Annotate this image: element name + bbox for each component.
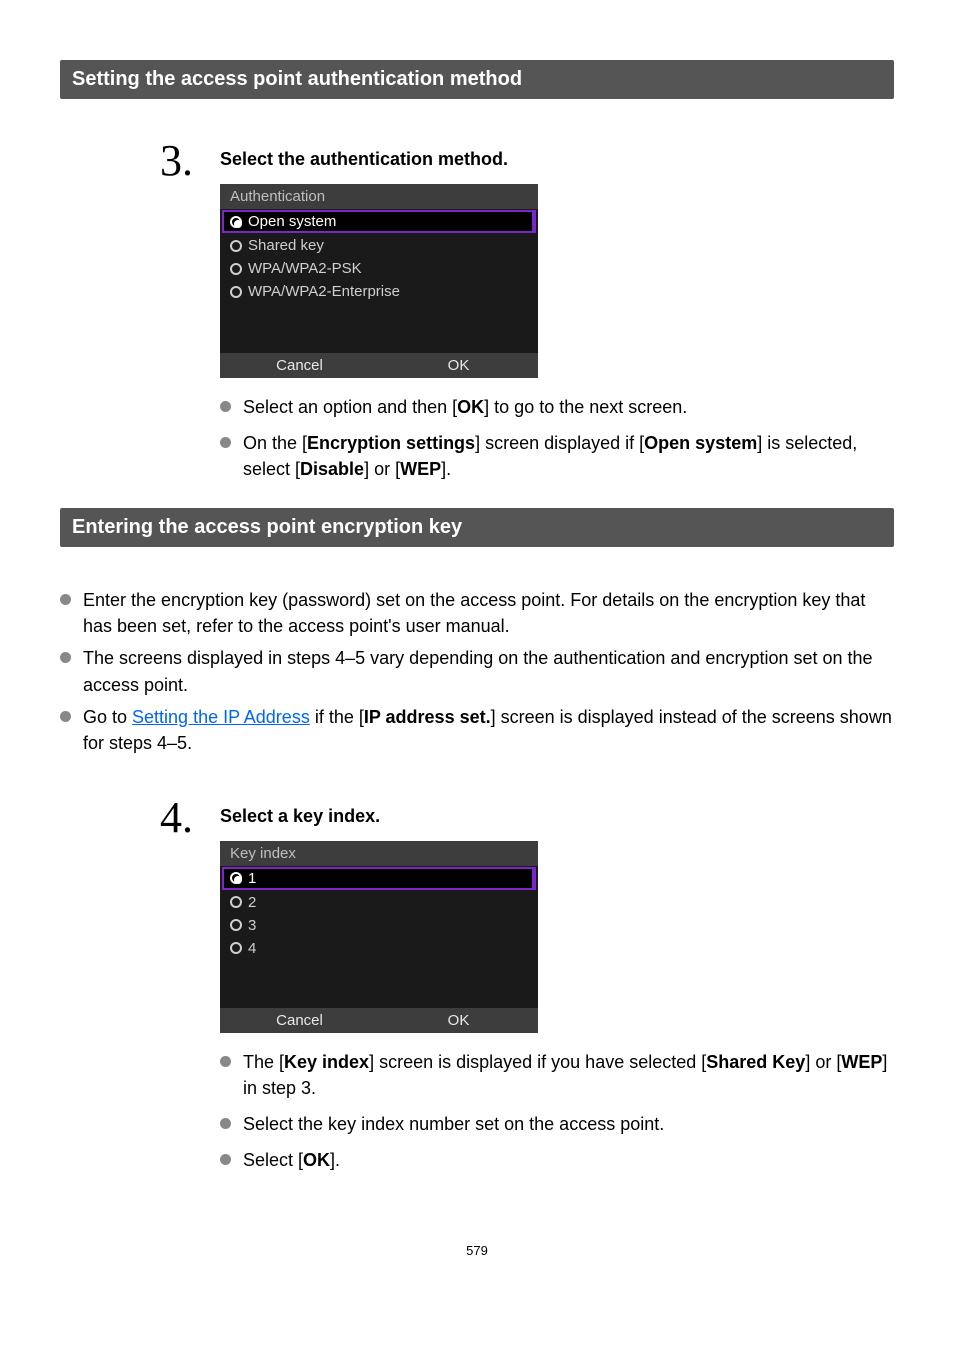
bullet-icon: [60, 594, 71, 605]
radio-empty-icon: [230, 896, 242, 908]
section-banner-encryption: Entering the access point encryption key: [60, 508, 894, 547]
step-4: 4. Select a key index. Key index 1 2 3 4: [160, 796, 894, 1183]
option-shared-key[interactable]: Shared key: [220, 234, 538, 257]
step-number: 4.: [160, 796, 200, 840]
t: ] screen displayed if [: [475, 433, 644, 453]
intro-item: The screens displayed in steps 4–5 vary …: [60, 645, 894, 697]
t: OK: [457, 397, 484, 417]
intro-item: Enter the encryption key (password) set …: [60, 587, 894, 639]
option-label: 3: [248, 917, 256, 934]
note-item: Select the key index number set on the a…: [220, 1111, 894, 1137]
option-key-3[interactable]: 3: [220, 914, 538, 937]
t: Go to: [83, 707, 132, 727]
intro-text: Enter the encryption key (password) set …: [83, 587, 894, 639]
option-label: Open system: [248, 213, 336, 230]
step4-notes: The [Key index] screen is displayed if y…: [220, 1049, 894, 1173]
key-index-screen: Key index 1 2 3 4 Cancel OK: [220, 841, 538, 1033]
step-body: Select a key index. Key index 1 2 3 4 Ca…: [220, 796, 894, 1183]
bullet-icon: [220, 437, 231, 448]
radio-empty-icon: [230, 919, 242, 931]
screen-header: Key index: [220, 841, 538, 866]
note-item: Select an option and then [OK] to go to …: [220, 394, 894, 420]
bullet-icon: [60, 652, 71, 663]
note-text: Select [OK].: [243, 1147, 340, 1173]
option-open-system[interactable]: Open system: [222, 210, 536, 233]
radio-empty-icon: [230, 263, 242, 275]
option-key-2[interactable]: 2: [220, 891, 538, 914]
section2-intro: Enter the encryption key (password) set …: [60, 587, 894, 756]
step-number: 3.: [160, 139, 200, 183]
t: OK: [303, 1150, 330, 1170]
option-wpa-psk[interactable]: WPA/WPA2-PSK: [220, 257, 538, 280]
page-number: 579: [60, 1243, 894, 1258]
option-label: WPA/WPA2-Enterprise: [248, 283, 400, 300]
intro-text: Go to Setting the IP Address if the [IP …: [83, 704, 894, 756]
step-title: Select a key index.: [220, 806, 894, 827]
t: Key index: [284, 1052, 369, 1072]
bullet-icon: [220, 1118, 231, 1129]
option-label: 4: [248, 940, 256, 957]
t: ].: [330, 1150, 340, 1170]
radio-empty-icon: [230, 942, 242, 954]
t: IP address set.: [364, 707, 491, 727]
note-item: The [Key index] screen is displayed if y…: [220, 1049, 894, 1101]
option-key-4[interactable]: 4: [220, 937, 538, 960]
t: The [: [243, 1052, 284, 1072]
intro-item: Go to Setting the IP Address if the [IP …: [60, 704, 894, 756]
step3-notes: Select an option and then [OK] to go to …: [220, 394, 894, 482]
t: ] or [: [364, 459, 400, 479]
step-title: Select the authentication method.: [220, 149, 894, 170]
cancel-button[interactable]: Cancel: [220, 353, 379, 378]
bullet-icon: [60, 711, 71, 722]
screen-buttons: Cancel OK: [220, 353, 538, 378]
screen-header: Authentication: [220, 184, 538, 209]
note-item: Select [OK].: [220, 1147, 894, 1173]
note-text: On the [Encryption settings] screen disp…: [243, 430, 894, 482]
cancel-button[interactable]: Cancel: [220, 1008, 379, 1033]
bullet-icon: [220, 1056, 231, 1067]
screen-spacer: [220, 303, 538, 353]
t: if the [: [310, 707, 364, 727]
radio-selected-icon: [230, 216, 242, 228]
note-text: Select the key index number set on the a…: [243, 1111, 664, 1137]
t: Select an option and then [: [243, 397, 457, 417]
setting-ip-address-link[interactable]: Setting the IP Address: [132, 707, 310, 727]
t: Shared Key: [706, 1052, 805, 1072]
option-key-1[interactable]: 1: [222, 867, 536, 890]
screen-spacer: [220, 960, 538, 1008]
step-body: Select the authentication method. Authen…: [220, 139, 894, 492]
step-3: 3. Select the authentication method. Aut…: [160, 139, 894, 492]
t: Select [: [243, 1150, 303, 1170]
t: ] or [: [805, 1052, 841, 1072]
option-label: WPA/WPA2-PSK: [248, 260, 362, 277]
ok-button[interactable]: OK: [379, 1008, 538, 1033]
authentication-screen: Authentication Open system Shared key WP…: [220, 184, 538, 378]
t: ] to go to the next screen.: [484, 397, 687, 417]
t: WEP: [841, 1052, 882, 1072]
radio-selected-icon: [230, 872, 242, 884]
intro-text: The screens displayed in steps 4–5 vary …: [83, 645, 894, 697]
note-text: Select an option and then [OK] to go to …: [243, 394, 687, 420]
bullet-icon: [220, 1154, 231, 1165]
t: ].: [441, 459, 451, 479]
t: On the [: [243, 433, 307, 453]
radio-empty-icon: [230, 286, 242, 298]
t: Encryption settings: [307, 433, 475, 453]
ok-button[interactable]: OK: [379, 353, 538, 378]
t: Disable: [300, 459, 364, 479]
option-label: 2: [248, 894, 256, 911]
screen-buttons: Cancel OK: [220, 1008, 538, 1033]
bullet-icon: [220, 401, 231, 412]
note-text: The [Key index] screen is displayed if y…: [243, 1049, 894, 1101]
option-wpa-enterprise[interactable]: WPA/WPA2-Enterprise: [220, 280, 538, 303]
section-banner-auth: Setting the access point authentication …: [60, 60, 894, 99]
radio-empty-icon: [230, 240, 242, 252]
t: Open system: [644, 433, 757, 453]
option-label: 1: [248, 870, 256, 887]
note-item: On the [Encryption settings] screen disp…: [220, 430, 894, 482]
t: WEP: [400, 459, 441, 479]
t: ] screen is displayed if you have select…: [369, 1052, 706, 1072]
option-label: Shared key: [248, 237, 324, 254]
